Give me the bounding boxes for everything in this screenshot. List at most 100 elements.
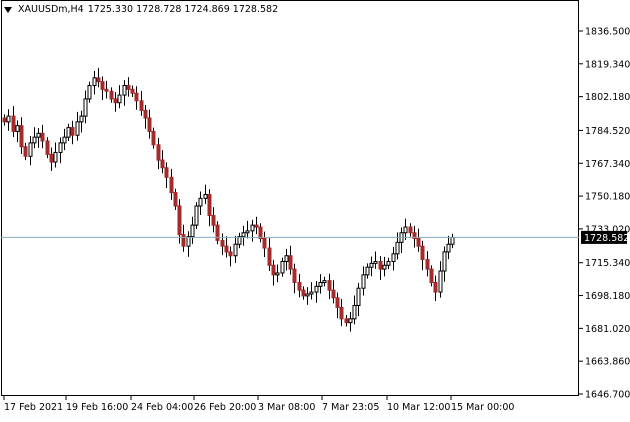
time-label: 15 Mar 00:00 [451, 402, 514, 413]
candle-bear [254, 224, 259, 228]
candle-bull [6, 115, 11, 123]
candle-bear [11, 115, 16, 132]
candle-bull [32, 136, 37, 144]
candle-bear [169, 176, 174, 194]
price-label: 1767.340 [585, 159, 630, 170]
candlestick-chart[interactable]: 1836.500 1819.340 1802.180 1784.520 1767.340… [0, 0, 630, 418]
candle-bear [177, 205, 182, 236]
candle-bear [173, 192, 178, 207]
candle-bull [369, 262, 374, 268]
candle-bull [382, 264, 387, 270]
candle-bull [373, 260, 378, 264]
candle-bear [40, 132, 45, 142]
candle-bull [15, 125, 20, 132]
candle-bear [378, 260, 383, 270]
candle-bear [104, 88, 109, 92]
candle-bear [126, 85, 131, 90]
candle-bull [233, 243, 238, 257]
candle-bear [147, 117, 152, 132]
time-label: 17 Feb 2021 [4, 402, 63, 413]
candle-bear [2, 117, 7, 123]
candle-bull [92, 77, 97, 87]
candle-bull [117, 94, 122, 104]
candle-bear [416, 238, 421, 247]
symbol-info-bar: XAUUSDm,H4 1725.330 1728.728 1724.869 17… [4, 4, 278, 15]
candle-bull [386, 260, 391, 266]
candle-bull [450, 236, 455, 245]
candle-bear [134, 92, 139, 102]
candle-bull [83, 98, 88, 117]
candle-bear [23, 146, 28, 157]
candle-bull [58, 142, 63, 153]
candle-bear [292, 268, 297, 283]
candle-bull [356, 287, 361, 306]
candle-bear [160, 159, 165, 169]
candle-bull [203, 194, 208, 199]
candle-bull [314, 285, 319, 293]
candle-bear [70, 127, 75, 136]
current-price-label: 1728.582 [584, 233, 629, 244]
candle-bull [309, 291, 314, 295]
candle-bear [335, 297, 340, 308]
candle-bear [151, 130, 156, 146]
candle-bull [403, 226, 408, 234]
candle-bear [113, 98, 118, 104]
candle-bear [220, 239, 225, 247]
candle-bull [284, 255, 289, 262]
candle-bull [87, 85, 92, 100]
candle-bear [271, 264, 276, 276]
candle-bull [62, 136, 67, 144]
candle-bear [109, 90, 114, 100]
time-label: 3 Mar 08:00 [258, 402, 315, 413]
candle-bear [288, 255, 293, 270]
candle-bull [250, 224, 255, 232]
candle-bear [130, 88, 135, 94]
candle-bear [262, 238, 267, 249]
candle-bull [194, 205, 199, 226]
candle-bear [429, 268, 434, 283]
candle-bull [365, 266, 370, 276]
candle-bear [211, 215, 216, 226]
candle-bear [267, 247, 272, 266]
candle-bull [66, 127, 71, 138]
candle-bear [49, 153, 54, 163]
time-label: 10 Mar 12:00 [387, 402, 450, 413]
candle-bull [241, 232, 246, 238]
candle-bull [361, 274, 366, 289]
price-label: 1784.520 [585, 126, 630, 137]
candle-bull [28, 142, 33, 157]
candle-bull [275, 272, 280, 276]
candle-bull [395, 241, 400, 255]
candle-bear [19, 125, 24, 148]
price-label: 1715.340 [585, 258, 630, 269]
candle-bear [207, 194, 212, 217]
collapse-triangle-icon[interactable] [4, 6, 12, 13]
candle-bull [322, 280, 327, 283]
candle-bear [228, 251, 233, 257]
candle-bear [96, 77, 101, 83]
candle-bear [139, 100, 144, 111]
candle-bear [433, 281, 438, 293]
ohlc-values: 1725.330 1728.728 1724.869 1728.582 [87, 4, 279, 15]
price-label: 1646.700 [585, 390, 630, 401]
candle-bear [215, 224, 220, 241]
price-label: 1750.180 [585, 192, 630, 203]
candle-bull [186, 236, 191, 247]
candle-bull [198, 197, 203, 207]
candle-bull [442, 251, 447, 272]
candle-bear [420, 245, 425, 261]
symbol-label: XAUUSDm,H4 [18, 4, 84, 15]
price-label: 1663.860 [585, 357, 630, 368]
candle-bear [143, 109, 148, 119]
price-label: 1681.020 [585, 324, 630, 335]
time-label: 24 Feb 04:00 [131, 402, 193, 413]
candle-bear [408, 226, 413, 234]
chart-window[interactable]: XAUUSDm,H4 1725.330 1728.728 1724.869 17… [0, 0, 630, 418]
candle-bull [446, 243, 451, 253]
candle-bull [190, 224, 195, 238]
candle-bull [53, 151, 58, 163]
candle-bull [348, 318, 353, 324]
candle-bear [425, 259, 430, 270]
candle-bull [280, 260, 285, 274]
time-label: 26 Feb 20:00 [194, 402, 256, 413]
